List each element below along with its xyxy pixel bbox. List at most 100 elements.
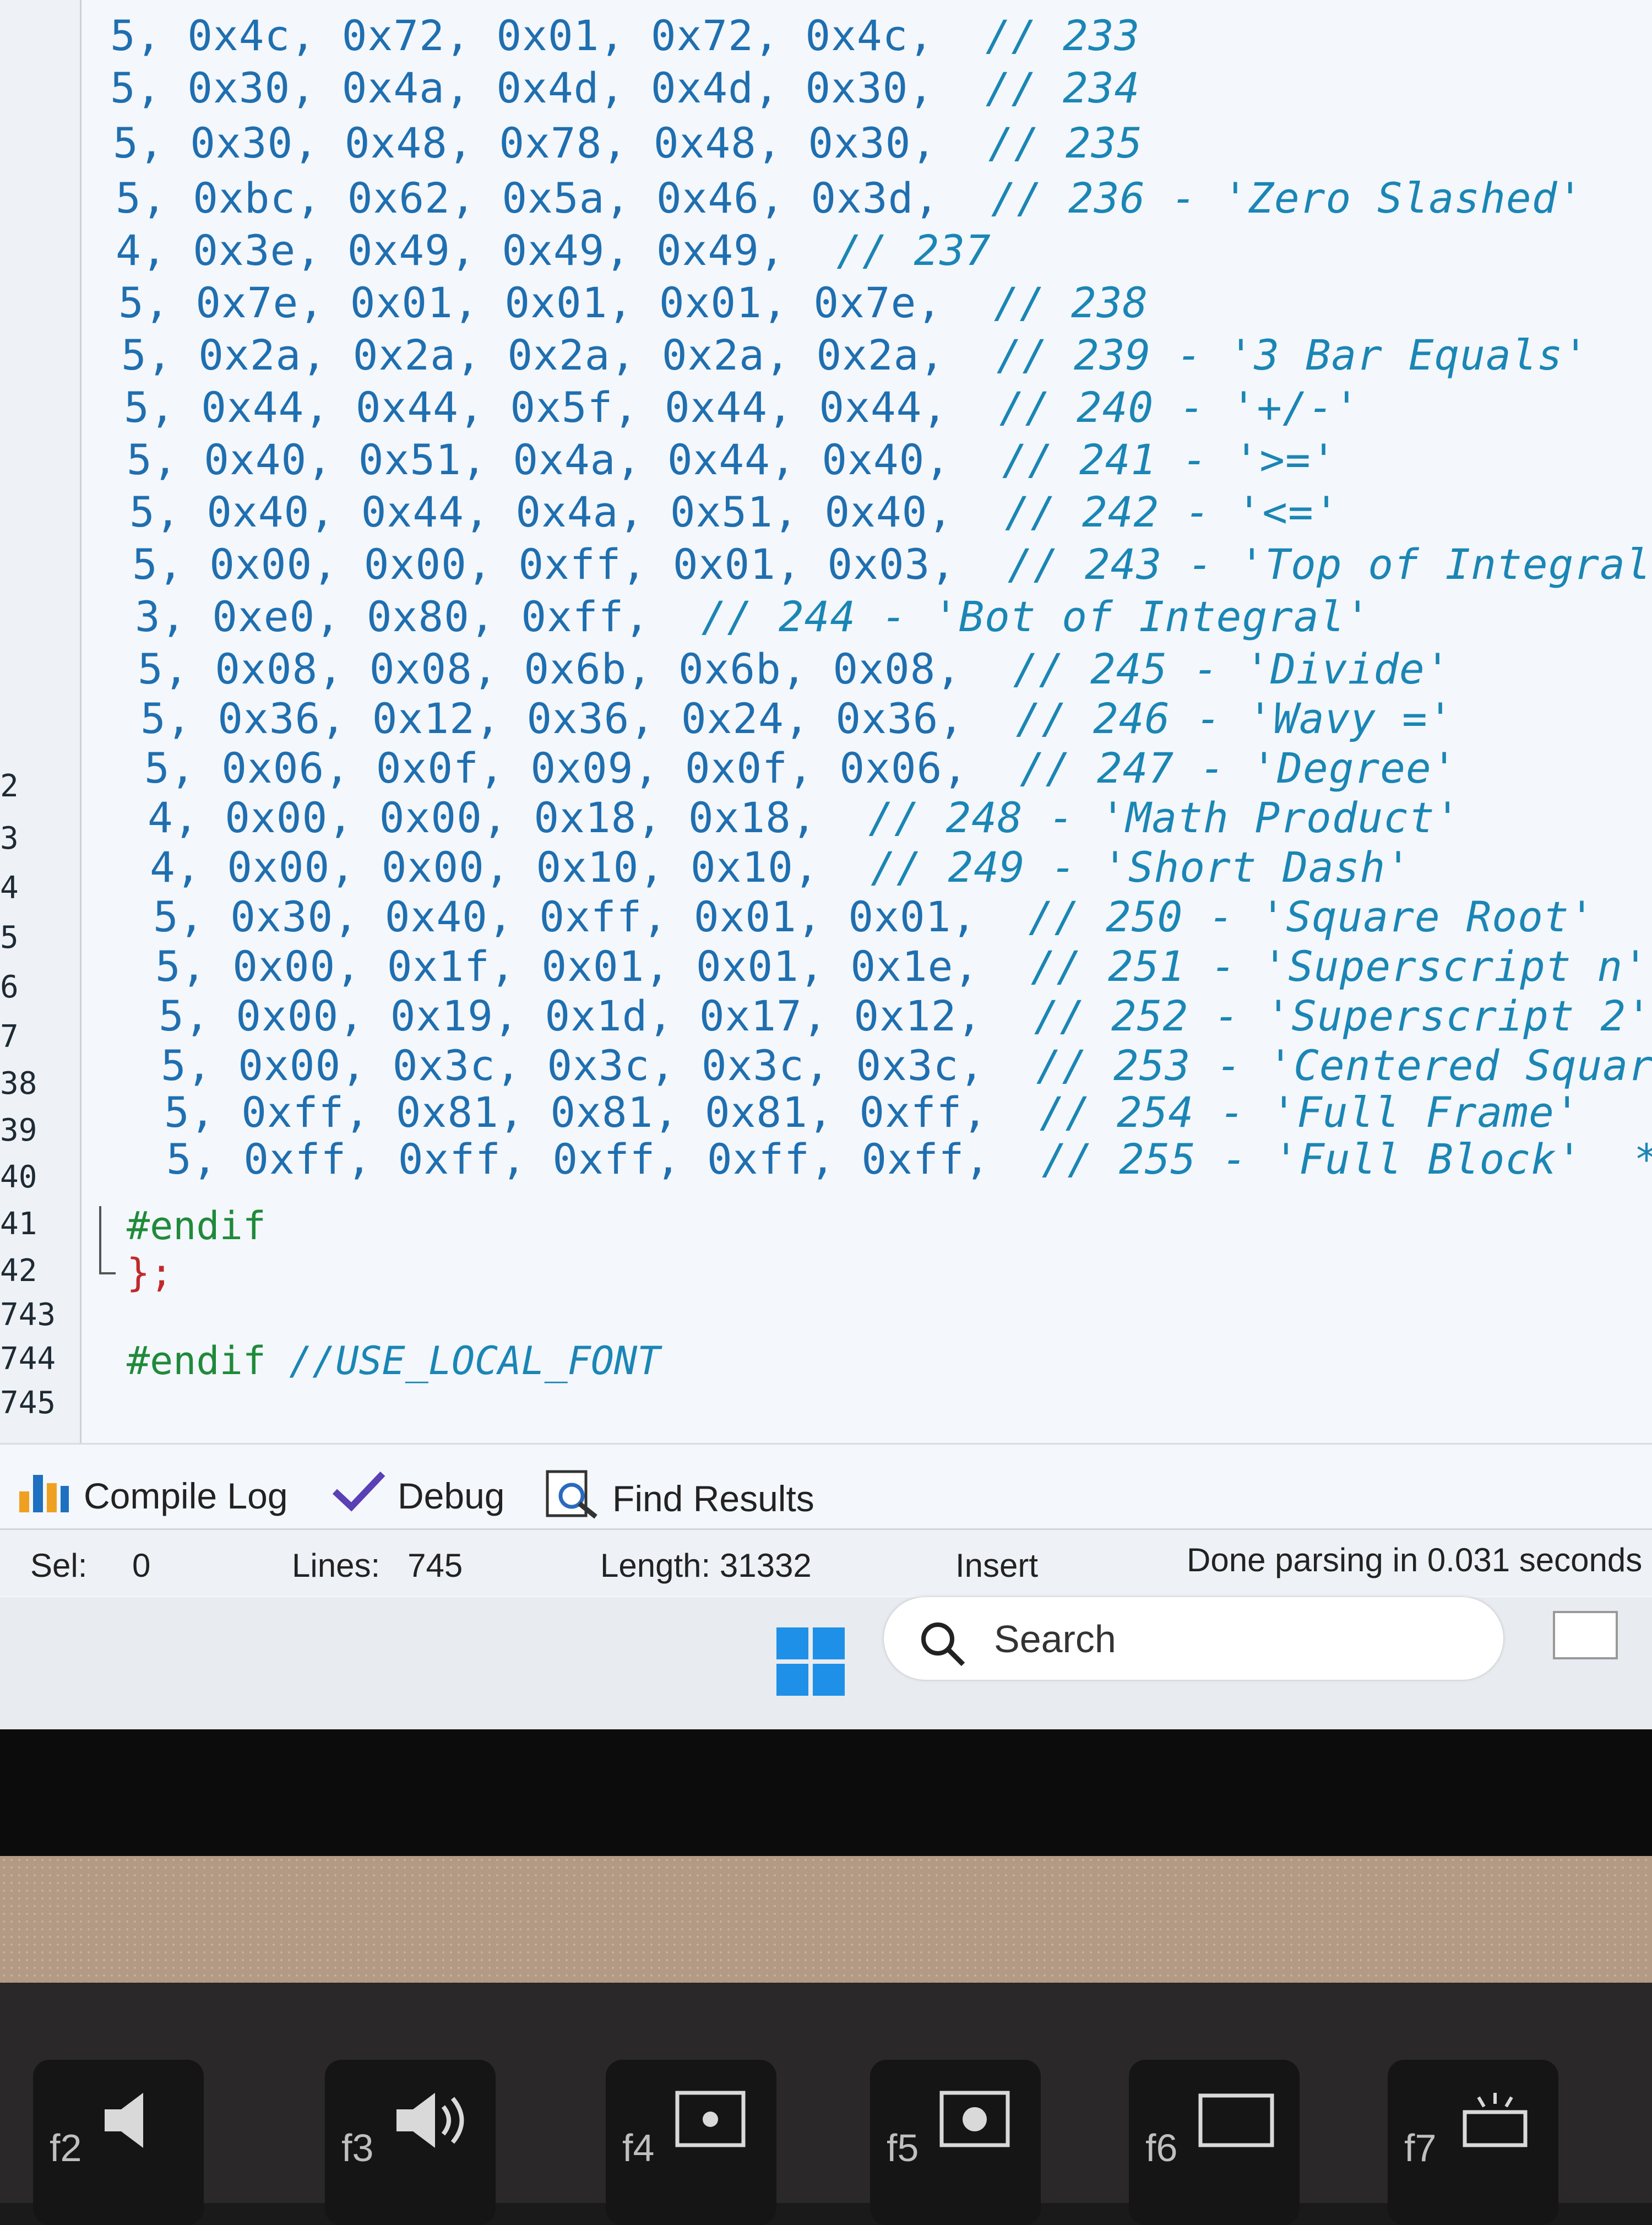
- key-f4[interactable]: f4: [606, 2060, 776, 2225]
- code-line: 5, 0x00, 0x1f, 0x01, 0x01, 0x1e, // 251 …: [155, 942, 1649, 991]
- code-line: 5, 0x40, 0x44, 0x4a, 0x51, 0x40, // 242 …: [129, 487, 1340, 536]
- windows-taskbar: Search: [0, 1597, 1652, 1729]
- code-text: 5, 0xff, 0xff, 0xff, 0xff, 0xff,: [166, 1135, 991, 1184]
- code-comment: // 248 - 'Math Product': [868, 793, 1461, 842]
- line-number: 41: [0, 1206, 37, 1242]
- code-line: 4, 0x3e, 0x49, 0x49, 0x49, // 237: [116, 226, 991, 275]
- tab-debug[interactable]: Debug: [330, 1469, 505, 1522]
- key-f3[interactable]: f3: [325, 2060, 496, 2225]
- code-comment: // 250 - 'Square Root': [1028, 892, 1595, 941]
- line-number: 40: [0, 1159, 37, 1195]
- code-comment: // 234: [985, 63, 1140, 112]
- code-line: 5, 0x00, 0x19, 0x1d, 0x17, 0x12, // 252 …: [159, 991, 1652, 1040]
- key-f2[interactable]: f2: [33, 2060, 204, 2225]
- code-comment: // 241 - '>=': [1002, 435, 1337, 484]
- key-label: f6: [1145, 2126, 1178, 2169]
- preprocessor-endif: #endif: [127, 1203, 266, 1249]
- key-f5[interactable]: f5: [870, 2060, 1041, 2225]
- code-text: 5, 0x08, 0x08, 0x6b, 0x6b, 0x08,: [138, 644, 962, 693]
- code-comment: // 249 - 'Short Dash': [871, 843, 1412, 892]
- tab-label: Debug: [398, 1475, 505, 1516]
- code-text: 5, 0xff, 0x81, 0x81, 0x81, 0xff,: [164, 1088, 988, 1137]
- code-comment: // 233: [985, 11, 1140, 60]
- code-comment: // 235: [988, 118, 1143, 167]
- code-comment: // 240 - '+/-': [999, 383, 1360, 432]
- editor-screen: 2 3 4 5 6 7 38 39 40 41 42 743 744 745 5…: [0, 0, 1652, 1729]
- laptop-bezel: [0, 1729, 1652, 1856]
- code-line: 5, 0x06, 0x0f, 0x09, 0x0f, 0x06, // 247 …: [144, 744, 1458, 793]
- status-lines: Lines: 745: [292, 1547, 463, 1584]
- search-icon: [917, 1618, 966, 1670]
- code-text: 5, 0x40, 0x51, 0x4a, 0x44, 0x40,: [127, 435, 951, 484]
- key-label: f4: [622, 2126, 655, 2169]
- code-text: 5, 0x30, 0x48, 0x78, 0x48, 0x30,: [113, 118, 937, 167]
- key-label: f5: [887, 2126, 919, 2169]
- taskbar-search-box[interactable]: Search: [884, 1597, 1503, 1680]
- taskbar-app-icon[interactable]: [1553, 1611, 1618, 1659]
- line-number: 39: [0, 1112, 37, 1148]
- code-text: 4, 0x3e, 0x49, 0x49, 0x49,: [116, 226, 785, 275]
- array-closer: };: [127, 1250, 173, 1295]
- line-number: 3: [0, 821, 19, 856]
- code-comment: // 243 - 'Top of Integral': [1007, 540, 1652, 589]
- line-number: 5: [0, 920, 19, 956]
- windows-start-icon[interactable]: [776, 1627, 845, 1696]
- code-comment: // 247 - 'Degree': [1019, 744, 1458, 793]
- line-number: 42: [0, 1253, 37, 1289]
- speaker-mute-icon: [105, 2093, 143, 2148]
- status-message: Done parsing in 0.031 seconds: [1187, 1542, 1643, 1578]
- line-number: 744: [0, 1341, 56, 1377]
- code-comment: // 236 - 'Zero Slashed': [991, 173, 1584, 223]
- code-line: 5, 0x00, 0x00, 0xff, 0x01, 0x03, // 243 …: [132, 540, 1652, 589]
- code-line: 4, 0x00, 0x00, 0x10, 0x10, // 249 - 'Sho…: [150, 843, 1411, 892]
- code-text: 4, 0x00, 0x00, 0x18, 0x18,: [148, 793, 817, 842]
- brightness-down-icon: [675, 2091, 746, 2147]
- key-f6[interactable]: f6: [1129, 2060, 1300, 2225]
- code-line: 5, 0x2a, 0x2a, 0x2a, 0x2a, 0x2a, // 239 …: [121, 330, 1589, 379]
- display-projection-icon: [1198, 2093, 1274, 2147]
- code-text: 5, 0x30, 0x4a, 0x4d, 0x4d, 0x30,: [110, 63, 934, 112]
- endif-comment: //USE_LOCAL_FONT: [289, 1338, 661, 1383]
- code-line: 5, 0x30, 0x40, 0xff, 0x01, 0x01, // 250 …: [153, 892, 1595, 941]
- code-text: 5, 0x36, 0x12, 0x36, 0x24, 0x36,: [140, 694, 965, 743]
- line-number: 7: [0, 1019, 19, 1055]
- tab-compile-log[interactable]: Compile Log: [17, 1469, 288, 1522]
- search-label: Search: [994, 1618, 1116, 1660]
- code-comment: // 239 - '3 Bar Equals': [996, 330, 1589, 379]
- line-number-gutter: 2 3 4 5 6 7 38 39 40 41 42 743 744 745: [0, 0, 81, 1443]
- code-comment: // 237: [836, 226, 991, 275]
- key-label: f7: [1404, 2126, 1437, 2169]
- line-number: 38: [0, 1066, 37, 1101]
- find-results-icon: [545, 1469, 600, 1527]
- line-number: 2: [0, 768, 19, 804]
- code-line: 5, 0x08, 0x08, 0x6b, 0x6b, 0x08, // 245 …: [138, 644, 1451, 693]
- tab-find-results[interactable]: Find Results: [545, 1469, 814, 1527]
- endif-keyword: #endif: [127, 1338, 266, 1383]
- code-comment: // 254 - 'Full Frame': [1039, 1088, 1580, 1137]
- checkmark-icon: [330, 1469, 385, 1522]
- code-text: 5, 0x7e, 0x01, 0x01, 0x01, 0x7e,: [118, 278, 943, 327]
- code-comment: // 244 - 'Bot of Integral': [701, 592, 1371, 641]
- status-mode: Insert: [955, 1547, 1039, 1584]
- key-label: f3: [341, 2126, 374, 2169]
- code-line: 5, 0x40, 0x51, 0x4a, 0x44, 0x40, // 241 …: [127, 435, 1337, 484]
- code-comment: // 246 - 'Wavy =': [1015, 694, 1454, 743]
- tab-label: Compile Log: [84, 1475, 288, 1516]
- code-text: 5, 0x00, 0x3c, 0x3c, 0x3c, 0x3c,: [161, 1041, 985, 1090]
- speaker-volume-icon: [396, 2093, 464, 2148]
- code-text: 5, 0x00, 0x1f, 0x01, 0x01, 0x1e,: [155, 942, 980, 991]
- keyboard-backlight-icon: [1463, 2093, 1528, 2147]
- code-line: 3, 0xe0, 0x80, 0xff, // 244 - 'Bot of In…: [135, 592, 1371, 641]
- code-comment: // 242 - '<=': [1004, 487, 1340, 536]
- key-f7[interactable]: f7: [1388, 2060, 1558, 2225]
- fold-guide: [99, 1206, 101, 1272]
- code-text: 5, 0x4c, 0x72, 0x01, 0x72, 0x4c,: [110, 11, 934, 60]
- status-sel-label: Sel:: [30, 1547, 88, 1584]
- code-line: 5, 0x7e, 0x01, 0x01, 0x01, 0x7e, // 238: [118, 278, 1148, 327]
- code-line: 5, 0xff, 0xff, 0xff, 0xff, 0xff, // 255 …: [166, 1135, 1652, 1184]
- code-comment: // 255 - 'Full Block' */: [1041, 1135, 1652, 1184]
- code-line: 5, 0x00, 0x3c, 0x3c, 0x3c, 0x3c, // 253 …: [161, 1041, 1652, 1090]
- code-text: 5, 0x2a, 0x2a, 0x2a, 0x2a, 0x2a,: [121, 330, 945, 379]
- tab-label: Find Results: [612, 1478, 814, 1519]
- code-line: 5, 0x36, 0x12, 0x36, 0x24, 0x36, // 246 …: [140, 694, 1454, 743]
